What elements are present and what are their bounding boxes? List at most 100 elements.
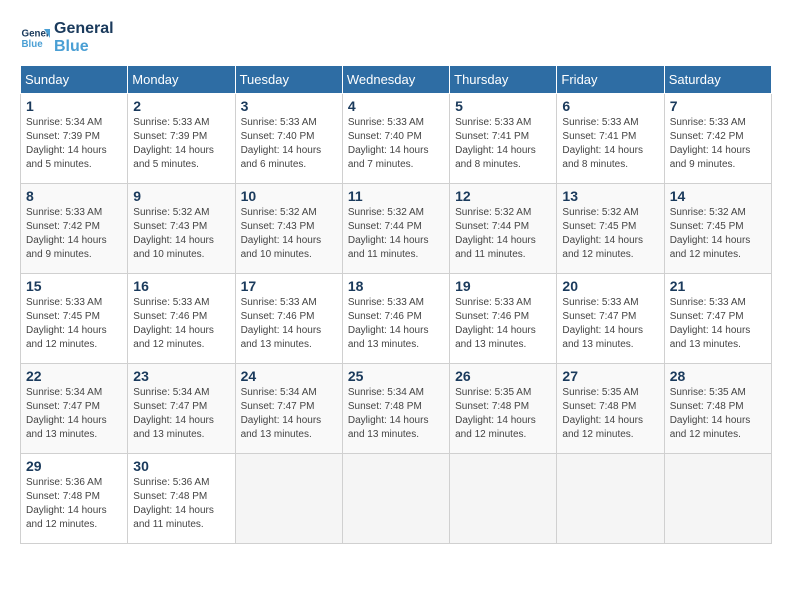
day-cell: 13Sunrise: 5:32 AM Sunset: 7:45 PM Dayli… bbox=[557, 184, 664, 274]
day-number: 20 bbox=[562, 278, 658, 294]
week-row-1: 1 Sunrise: 5:34 AM Sunset: 7:39 PM Daylig… bbox=[21, 94, 772, 184]
day-number: 17 bbox=[241, 278, 337, 294]
day-info: Sunrise: 5:36 AM Sunset: 7:48 PM Dayligh… bbox=[26, 476, 122, 532]
day-cell: 20 Sunrise: 5:33 AM Sunset: 7:47 PM Dayli… bbox=[557, 274, 664, 364]
day-info: Sunrise: 5:33 AM Sunset: 7:42 PM Dayligh… bbox=[26, 206, 122, 262]
header-sunday: Sunday bbox=[21, 66, 128, 94]
day-cell: 1 Sunrise: 5:34 AM Sunset: 7:39 PM Daylig… bbox=[21, 94, 128, 184]
header-wednesday: Wednesday bbox=[342, 66, 449, 94]
day-info: Sunrise: 5:32 AM Sunset: 7:45 PM Dayligh… bbox=[670, 206, 766, 262]
day-cell: 3Sunrise: 5:33 AM Sunset: 7:40 PM Daylig… bbox=[235, 94, 342, 184]
day-cell: 6Sunrise: 5:33 AM Sunset: 7:41 PM Daylig… bbox=[557, 94, 664, 184]
day-number: 14 bbox=[670, 188, 766, 204]
day-number: 1 bbox=[26, 98, 122, 114]
day-number: 13 bbox=[562, 188, 658, 204]
day-number: 18 bbox=[348, 278, 444, 294]
day-cell: 26Sunrise: 5:35 AM Sunset: 7:48 PM Dayli… bbox=[450, 364, 557, 454]
logo-text: General Blue bbox=[54, 20, 114, 55]
day-cell: 25 Sunrise: 5:34 AM Sunset: 7:48 PM Dayli… bbox=[342, 364, 449, 454]
day-number: 9 bbox=[133, 188, 229, 204]
week-row-3: 15 Sunrise: 5:33 AM Sunset: 7:45 PM Dayli… bbox=[21, 274, 772, 364]
day-cell: 5 Sunrise: 5:33 AM Sunset: 7:41 PM Daylig… bbox=[450, 94, 557, 184]
calendar-header-row: SundayMondayTuesdayWednesdayThursdayFrid… bbox=[21, 66, 772, 94]
day-info: Sunrise: 5:32 AM Sunset: 7:43 PM Dayligh… bbox=[241, 206, 337, 262]
day-cell: 27Sunrise: 5:35 AM Sunset: 7:48 PM Dayli… bbox=[557, 364, 664, 454]
header-tuesday: Tuesday bbox=[235, 66, 342, 94]
day-cell: 12 Sunrise: 5:32 AM Sunset: 7:44 PM Dayli… bbox=[450, 184, 557, 274]
day-info: Sunrise: 5:33 AM Sunset: 7:46 PM Dayligh… bbox=[133, 296, 229, 352]
day-info: Sunrise: 5:32 AM Sunset: 7:44 PM Dayligh… bbox=[455, 206, 551, 262]
day-number: 26 bbox=[455, 368, 551, 384]
day-info: Sunrise: 5:33 AM Sunset: 7:41 PM Dayligh… bbox=[455, 116, 551, 172]
day-number: 12 bbox=[455, 188, 551, 204]
day-number: 15 bbox=[26, 278, 122, 294]
day-cell bbox=[557, 454, 664, 544]
logo-icon: General Blue bbox=[20, 23, 50, 53]
day-cell: 21 Sunrise: 5:33 AM Sunset: 7:47 PM Dayli… bbox=[664, 274, 771, 364]
day-info: Sunrise: 5:34 AM Sunset: 7:39 PM Dayligh… bbox=[26, 116, 122, 172]
week-row-2: 8 Sunrise: 5:33 AM Sunset: 7:42 PM Daylig… bbox=[21, 184, 772, 274]
day-cell bbox=[450, 454, 557, 544]
day-cell: 4 Sunrise: 5:33 AM Sunset: 7:40 PM Daylig… bbox=[342, 94, 449, 184]
day-cell: 7 Sunrise: 5:33 AM Sunset: 7:42 PM Daylig… bbox=[664, 94, 771, 184]
day-info: Sunrise: 5:33 AM Sunset: 7:46 PM Dayligh… bbox=[241, 296, 337, 352]
header-saturday: Saturday bbox=[664, 66, 771, 94]
day-info: Sunrise: 5:34 AM Sunset: 7:47 PM Dayligh… bbox=[133, 386, 229, 442]
day-number: 2 bbox=[133, 98, 229, 114]
header-monday: Monday bbox=[128, 66, 235, 94]
day-info: Sunrise: 5:32 AM Sunset: 7:44 PM Dayligh… bbox=[348, 206, 444, 262]
day-cell: 24 Sunrise: 5:34 AM Sunset: 7:47 PM Dayli… bbox=[235, 364, 342, 454]
day-cell: 23 Sunrise: 5:34 AM Sunset: 7:47 PM Dayli… bbox=[128, 364, 235, 454]
day-number: 21 bbox=[670, 278, 766, 294]
day-info: Sunrise: 5:33 AM Sunset: 7:47 PM Dayligh… bbox=[562, 296, 658, 352]
day-cell: 11 Sunrise: 5:32 AM Sunset: 7:44 PM Dayli… bbox=[342, 184, 449, 274]
day-number: 10 bbox=[241, 188, 337, 204]
day-info: Sunrise: 5:33 AM Sunset: 7:42 PM Dayligh… bbox=[670, 116, 766, 172]
day-cell: 15 Sunrise: 5:33 AM Sunset: 7:45 PM Dayli… bbox=[21, 274, 128, 364]
day-cell: 22Sunrise: 5:34 AM Sunset: 7:47 PM Dayli… bbox=[21, 364, 128, 454]
day-number: 7 bbox=[670, 98, 766, 114]
day-cell: 28Sunrise: 5:35 AM Sunset: 7:48 PM Dayli… bbox=[664, 364, 771, 454]
day-number: 3 bbox=[241, 98, 337, 114]
day-number: 4 bbox=[348, 98, 444, 114]
day-number: 25 bbox=[348, 368, 444, 384]
day-info: Sunrise: 5:34 AM Sunset: 7:48 PM Dayligh… bbox=[348, 386, 444, 442]
day-cell: 8 Sunrise: 5:33 AM Sunset: 7:42 PM Daylig… bbox=[21, 184, 128, 274]
day-cell: 30 Sunrise: 5:36 AM Sunset: 7:48 PM Dayli… bbox=[128, 454, 235, 544]
day-cell bbox=[664, 454, 771, 544]
day-cell: 2Sunrise: 5:33 AM Sunset: 7:39 PM Daylig… bbox=[128, 94, 235, 184]
day-number: 28 bbox=[670, 368, 766, 384]
day-info: Sunrise: 5:35 AM Sunset: 7:48 PM Dayligh… bbox=[562, 386, 658, 442]
day-number: 16 bbox=[133, 278, 229, 294]
day-number: 19 bbox=[455, 278, 551, 294]
week-row-4: 22Sunrise: 5:34 AM Sunset: 7:47 PM Dayli… bbox=[21, 364, 772, 454]
day-number: 5 bbox=[455, 98, 551, 114]
day-info: Sunrise: 5:33 AM Sunset: 7:46 PM Dayligh… bbox=[348, 296, 444, 352]
day-cell: 18 Sunrise: 5:33 AM Sunset: 7:46 PM Dayli… bbox=[342, 274, 449, 364]
day-cell bbox=[235, 454, 342, 544]
day-info: Sunrise: 5:33 AM Sunset: 7:47 PM Dayligh… bbox=[670, 296, 766, 352]
day-number: 30 bbox=[133, 458, 229, 474]
day-info: Sunrise: 5:33 AM Sunset: 7:40 PM Dayligh… bbox=[348, 116, 444, 172]
day-cell: 9 Sunrise: 5:32 AM Sunset: 7:43 PM Daylig… bbox=[128, 184, 235, 274]
day-info: Sunrise: 5:36 AM Sunset: 7:48 PM Dayligh… bbox=[133, 476, 229, 532]
svg-text:Blue: Blue bbox=[22, 39, 44, 50]
day-cell: 17 Sunrise: 5:33 AM Sunset: 7:46 PM Dayli… bbox=[235, 274, 342, 364]
day-info: Sunrise: 5:33 AM Sunset: 7:45 PM Dayligh… bbox=[26, 296, 122, 352]
day-info: Sunrise: 5:32 AM Sunset: 7:43 PM Dayligh… bbox=[133, 206, 229, 262]
day-cell: 10 Sunrise: 5:32 AM Sunset: 7:43 PM Dayli… bbox=[235, 184, 342, 274]
day-number: 23 bbox=[133, 368, 229, 384]
day-info: Sunrise: 5:34 AM Sunset: 7:47 PM Dayligh… bbox=[241, 386, 337, 442]
day-info: Sunrise: 5:33 AM Sunset: 7:41 PM Dayligh… bbox=[562, 116, 658, 172]
day-info: Sunrise: 5:34 AM Sunset: 7:47 PM Dayligh… bbox=[26, 386, 122, 442]
header-friday: Friday bbox=[557, 66, 664, 94]
day-number: 24 bbox=[241, 368, 337, 384]
day-number: 11 bbox=[348, 188, 444, 204]
day-number: 8 bbox=[26, 188, 122, 204]
week-row-5: 29 Sunrise: 5:36 AM Sunset: 7:48 PM Dayli… bbox=[21, 454, 772, 544]
day-info: Sunrise: 5:33 AM Sunset: 7:46 PM Dayligh… bbox=[455, 296, 551, 352]
day-cell: 19 Sunrise: 5:33 AM Sunset: 7:46 PM Dayli… bbox=[450, 274, 557, 364]
day-cell bbox=[342, 454, 449, 544]
page-header: General Blue General Blue bbox=[20, 20, 772, 55]
day-number: 29 bbox=[26, 458, 122, 474]
